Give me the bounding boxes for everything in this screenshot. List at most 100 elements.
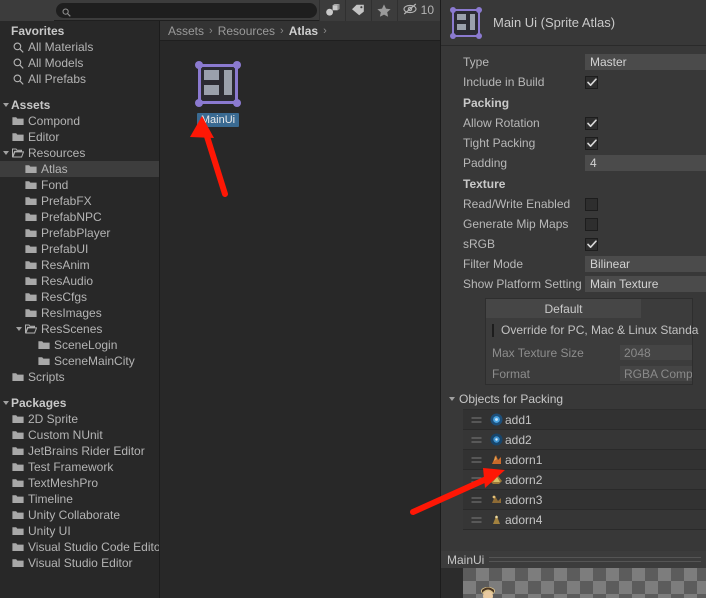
breadcrumb-item-atlas[interactable]: Atlas xyxy=(289,24,318,38)
field-value-filter-mode[interactable]: Bilinear xyxy=(585,256,706,272)
favorite-filter-button[interactable] xyxy=(370,0,397,21)
folder-icon xyxy=(11,446,25,456)
tree-item-test-framework[interactable]: Test Framework xyxy=(0,459,159,475)
tree-item-editor[interactable]: Editor xyxy=(0,129,159,145)
tree-item-prefabfx[interactable]: PrefabFX xyxy=(0,193,159,209)
chevron-down-icon[interactable] xyxy=(0,103,11,107)
tree-item-scenemaincity[interactable]: SceneMainCity xyxy=(0,353,159,369)
list-item[interactable]: adorn2 xyxy=(463,470,706,490)
drag-handle-icon[interactable] xyxy=(463,516,489,524)
drag-handle-icon[interactable] xyxy=(463,416,489,424)
hidden-assets-indicator[interactable]: 10 xyxy=(396,0,440,21)
folder-icon xyxy=(11,132,25,142)
tree-item-resources[interactable]: Resources xyxy=(0,145,159,161)
project-tree[interactable]: Favorites All Materials All Models All Pref… xyxy=(0,21,160,598)
checkbox-include-in-build[interactable] xyxy=(585,75,598,89)
tree-item-scripts[interactable]: Scripts xyxy=(0,369,159,385)
tree-item-compond[interactable]: Compond xyxy=(0,113,159,129)
breadcrumb-item-resources[interactable]: Resources xyxy=(218,24,275,38)
search-field[interactable] xyxy=(56,2,317,18)
drag-handle-icon[interactable] xyxy=(463,436,489,444)
tree-item-prefabplayer[interactable]: PrefabPlayer xyxy=(0,225,159,241)
tree-section-packages[interactable]: Packages xyxy=(0,395,159,411)
tree-item-unity-ui[interactable]: Unity UI xyxy=(0,523,159,539)
tree-item-label: Atlas xyxy=(41,162,68,176)
project-window: 10 Favorites All Materials All Models All P… xyxy=(0,0,440,598)
inspector-row-srgb: sRGB xyxy=(441,234,706,254)
tree-item-visual-studio-code-editor[interactable]: Visual Studio Code Editor xyxy=(0,539,159,555)
chevron-down-icon[interactable] xyxy=(0,151,11,155)
folder-icon xyxy=(11,372,25,382)
inspector-row-padding: Padding 4 xyxy=(441,153,706,173)
inspector-row-filter-mode: Filter Mode Bilinear xyxy=(441,254,706,274)
folder-icon xyxy=(37,340,51,350)
list-item-label: adorn3 xyxy=(505,492,543,507)
tree-item-timeline[interactable]: Timeline xyxy=(0,491,159,507)
tree-item-scenelogin[interactable]: SceneLogin xyxy=(0,337,159,353)
field-value-format[interactable]: RGBA Compress xyxy=(620,366,692,381)
checkbox-override-platform[interactable] xyxy=(492,323,494,337)
tree-item-all-prefabs[interactable]: All Prefabs xyxy=(0,71,159,87)
field-value-padding[interactable]: 4 xyxy=(585,155,706,171)
field-value-type[interactable]: Master xyxy=(585,54,706,70)
tree-item-fond[interactable]: Fond xyxy=(0,177,159,193)
drag-handle-icon[interactable] xyxy=(463,456,489,464)
label-filter-button[interactable] xyxy=(344,0,371,21)
preview-title-bar[interactable]: MainUi xyxy=(441,551,706,568)
preview-drag-handle[interactable] xyxy=(489,557,701,562)
tree-item-custom-nunit[interactable]: Custom NUnit xyxy=(0,427,159,443)
field-value-max-texture-size[interactable]: 2048 xyxy=(620,345,692,360)
checkbox-allow-rotation[interactable] xyxy=(585,116,598,130)
field-value-show-platform-setting[interactable]: Main Texture xyxy=(585,276,706,292)
tree-item-unity-collaborate[interactable]: Unity Collaborate xyxy=(0,507,159,523)
tree-item-all-models[interactable]: All Models xyxy=(0,55,159,71)
tree-item-prefabnpc[interactable]: PrefabNPC xyxy=(0,209,159,225)
list-item[interactable]: adorn4 xyxy=(463,510,706,530)
project-content: Assets › Resources › Atlas › MainUi xyxy=(160,21,440,598)
checkbox-tight-packing[interactable] xyxy=(585,136,598,150)
checkbox-srgb[interactable] xyxy=(585,237,598,251)
tree-section-assets[interactable]: Assets xyxy=(0,97,159,113)
chevron-down-icon[interactable] xyxy=(13,327,24,331)
tree-item-resscenes[interactable]: ResScenes xyxy=(0,321,159,337)
list-item[interactable]: adorn1 xyxy=(463,450,706,470)
tree-item-label: Timeline xyxy=(28,492,73,506)
list-item[interactable]: add2 xyxy=(463,430,706,450)
sprite-atlas-icon xyxy=(449,6,483,40)
sprite-icon xyxy=(489,473,504,486)
tree-item-prefabui[interactable]: PrefabUI xyxy=(0,241,159,257)
tree-item-resanim[interactable]: ResAnim xyxy=(0,257,159,273)
search-icon xyxy=(11,74,25,85)
asset-type-filter-button[interactable] xyxy=(318,0,345,21)
chevron-down-icon[interactable] xyxy=(0,401,11,405)
inspector-row-allow-rotation: Allow Rotation xyxy=(441,113,706,133)
tree-item-resimages[interactable]: ResImages xyxy=(0,305,159,321)
tree-item-label: PrefabFX xyxy=(41,194,92,208)
list-item[interactable]: adorn3 xyxy=(463,490,706,510)
tree-item-textmeshpro[interactable]: TextMeshPro xyxy=(0,475,159,491)
tree-item-atlas[interactable]: Atlas xyxy=(0,161,159,177)
tree-item-visual-studio-editor[interactable]: Visual Studio Editor xyxy=(0,555,159,571)
tree-item-all-materials[interactable]: All Materials xyxy=(0,39,159,55)
list-item[interactable]: add1 xyxy=(463,410,706,430)
tree-item-jetbrains-rider-editor[interactable]: JetBrains Rider Editor xyxy=(0,443,159,459)
folder-icon xyxy=(11,430,25,440)
tree-item-resaudio[interactable]: ResAudio xyxy=(0,273,159,289)
checkbox-generate-mip-maps[interactable] xyxy=(585,217,598,231)
drag-handle-icon[interactable] xyxy=(463,496,489,504)
checkbox-read-write-enabled[interactable] xyxy=(585,197,598,211)
tree-item-rescfgs[interactable]: ResCfgs xyxy=(0,289,159,305)
tree-item-2d-sprite[interactable]: 2D Sprite xyxy=(0,411,159,427)
field-label: Generate Mip Maps xyxy=(463,217,569,231)
inspector-row-read-write-enabled: Read/Write Enabled xyxy=(441,194,706,214)
drag-handle-icon[interactable] xyxy=(463,476,489,484)
tree-section-favorites[interactable]: Favorites xyxy=(0,23,159,39)
preview-sprite-thumbnail xyxy=(481,587,495,598)
search-input[interactable] xyxy=(71,4,311,16)
chevron-down-icon[interactable] xyxy=(449,397,455,401)
breadcrumb-item-assets[interactable]: Assets xyxy=(168,24,204,38)
sprite-icon xyxy=(489,513,504,526)
asset-item-mainui[interactable]: MainUi xyxy=(182,59,254,127)
platform-tab-default[interactable]: Default xyxy=(486,299,641,318)
section-header-objects-for-packing[interactable]: Objects for Packing xyxy=(441,389,706,409)
